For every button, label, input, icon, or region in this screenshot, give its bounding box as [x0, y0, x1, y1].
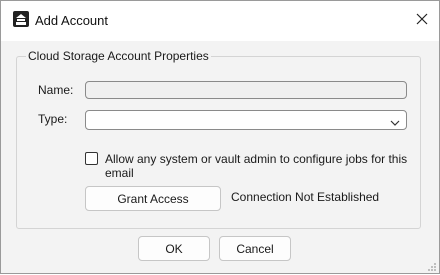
- add-account-dialog: Add Account Cloud Storage Account Proper…: [0, 0, 440, 274]
- type-label: Type:: [38, 112, 68, 126]
- allow-admin-checkbox[interactable]: [85, 152, 98, 165]
- name-field[interactable]: [85, 81, 407, 99]
- title-bar[interactable]: Add Account: [1, 1, 439, 41]
- chevron-down-icon: [390, 116, 400, 126]
- vault-icon: [13, 11, 29, 27]
- resize-grip-icon[interactable]: [427, 261, 437, 271]
- type-dropdown[interactable]: [85, 110, 407, 130]
- name-label: Name:: [38, 83, 74, 97]
- ok-button[interactable]: OK: [138, 236, 210, 261]
- cancel-button[interactable]: Cancel: [219, 236, 291, 261]
- close-button[interactable]: [409, 7, 435, 33]
- window-title: Add Account: [35, 13, 108, 28]
- connection-status: Connection Not Established: [231, 190, 380, 204]
- grant-access-button[interactable]: Grant Access: [85, 186, 221, 211]
- group-title: Cloud Storage Account Properties: [26, 49, 211, 63]
- close-icon: [416, 13, 428, 28]
- allow-admin-label: Allow any system or vault admin to confi…: [105, 152, 408, 180]
